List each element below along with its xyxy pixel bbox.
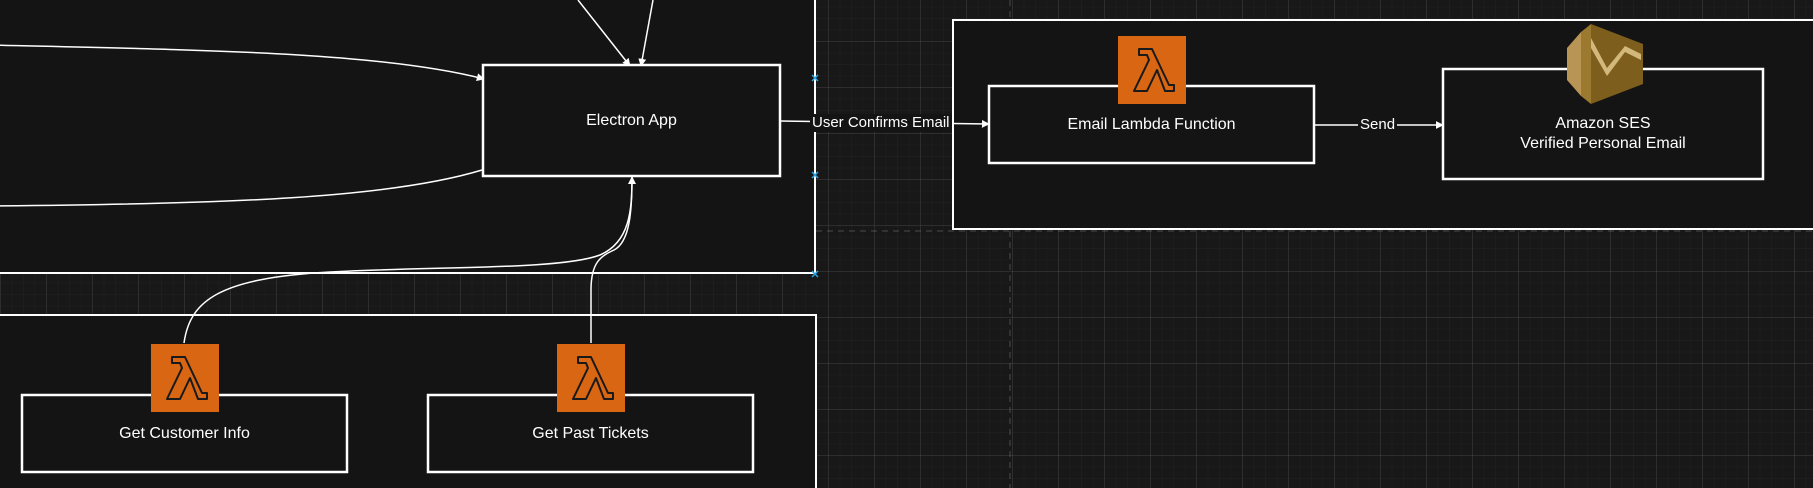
lambda-icon[interactable] [557, 344, 625, 412]
edge-label-user-confirms-email[interactable]: User Confirms Email [810, 114, 952, 132]
diagram-canvas[interactable]: Electron App Email Lambda Function Amazo… [0, 0, 1813, 488]
node-electron-app[interactable] [481, 63, 782, 178]
edge-label-send[interactable]: Send [1358, 116, 1398, 134]
lambda-icon[interactable] [151, 344, 219, 412]
diagram-svg [0, 0, 1813, 488]
lambda-icon[interactable] [1118, 36, 1186, 104]
